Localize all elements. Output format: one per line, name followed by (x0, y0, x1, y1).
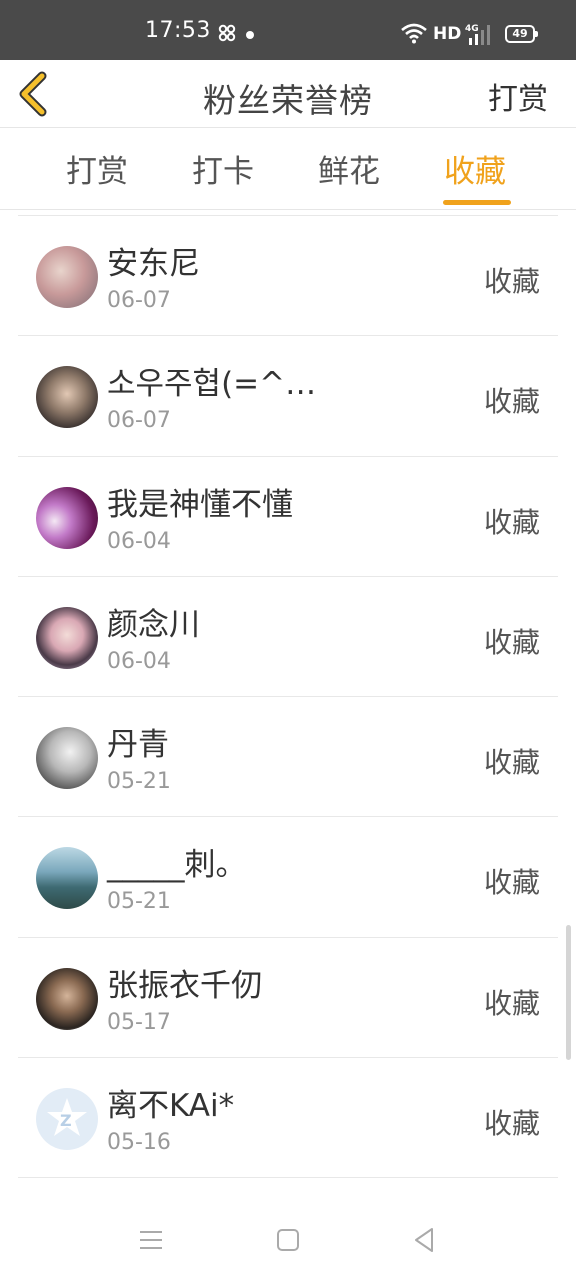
fan-name: 张振衣千仞 (107, 967, 262, 1004)
fan-date: 05-21 (107, 889, 171, 915)
home-icon[interactable] (276, 1228, 300, 1252)
tab-favorites[interactable]: 收藏 (444, 146, 506, 191)
row-action-label: 收藏 (483, 986, 540, 1020)
list-item[interactable]: 丹青 05-21 收藏 (18, 697, 558, 818)
fan-name: _____刺。 (107, 847, 247, 884)
system-nav-bar (0, 1200, 576, 1280)
reward-button[interactable]: 打赏 (488, 74, 548, 118)
list-item[interactable]: 安东尼 06-07 收藏 (18, 216, 558, 337)
row-action-label: 收藏 (483, 265, 540, 298)
tab-reward[interactable]: 打赏 (66, 146, 128, 191)
signal-icon: 4G (465, 24, 490, 45)
battery-icon: 49 (505, 25, 538, 43)
fan-date: 06-07 (107, 408, 171, 434)
avatar (36, 366, 98, 429)
list-item[interactable]: 张振衣千仞 05-17 收藏 (18, 938, 558, 1059)
active-tab-indicator (443, 200, 511, 205)
row-action-label: 收藏 (483, 505, 540, 539)
status-time: 17:53 (145, 18, 211, 43)
row-action-label: 收藏 (483, 1107, 540, 1141)
wifi-icon (401, 23, 427, 44)
scrollbar[interactable] (566, 925, 571, 1060)
avatar (36, 606, 98, 669)
avatar (36, 486, 98, 549)
fan-date: 05-16 (107, 1130, 171, 1156)
default-avatar-icon: Z (47, 1098, 87, 1137)
fan-name: 我是神懂不懂 (107, 486, 293, 523)
fan-date: 06-04 (107, 528, 171, 554)
row-action-label: 收藏 (483, 625, 540, 659)
row-action-label: 收藏 (483, 385, 540, 419)
menu-icon[interactable] (138, 1228, 164, 1252)
nav-back-icon[interactable] (412, 1226, 436, 1254)
fan-name: 安东尼 (107, 246, 200, 282)
svg-text:Z: Z (60, 1111, 72, 1130)
hd-indicator: HD (433, 24, 462, 44)
list-item[interactable]: Z 离不KAi* 05-16 收藏 (18, 1058, 558, 1179)
avatar: Z (36, 1088, 98, 1151)
fan-name: 丹青 (107, 727, 169, 764)
avatar (36, 847, 98, 910)
fan-date: 05-21 (107, 769, 171, 795)
fan-date: 05-17 (107, 1009, 171, 1035)
status-bar: 17:53 HD 4G 49 (0, 0, 576, 60)
list-item[interactable]: 颜念川 06-04 收藏 (18, 577, 558, 698)
avatar (36, 967, 98, 1030)
list-item[interactable]: 我是神懂不懂 06-04 收藏 (18, 457, 558, 577)
avatar (36, 246, 98, 308)
fan-name: 颜念川 (107, 606, 200, 643)
fan-list: 安东尼 06-07 收藏 소우주협(=^… 06-07 收藏 我是神懂不懂 06… (18, 215, 558, 1179)
avatar (36, 727, 98, 790)
tab-bar: 打赏 打卡 鲜花 收藏 (0, 128, 576, 210)
app-notification-icon (218, 24, 236, 42)
tab-checkin[interactable]: 打卡 (192, 146, 254, 191)
notification-dot-icon (246, 31, 254, 39)
fan-name: 离不KAi* (107, 1088, 235, 1125)
row-action-label: 收藏 (483, 746, 540, 780)
header: 粉丝荣誉榜 打赏 (0, 60, 576, 128)
row-action-label: 收藏 (483, 866, 540, 900)
list-item[interactable]: 소우주협(=^… 06-07 收藏 (18, 336, 558, 457)
svg-text:4G: 4G (465, 24, 479, 34)
fan-date: 06-04 (107, 648, 171, 674)
list-item[interactable]: _____刺。 05-21 收藏 (18, 817, 558, 938)
tab-flowers[interactable]: 鲜花 (318, 146, 380, 191)
fan-date: 06-07 (107, 288, 171, 313)
fan-name: 소우주협(=^… (107, 366, 317, 403)
